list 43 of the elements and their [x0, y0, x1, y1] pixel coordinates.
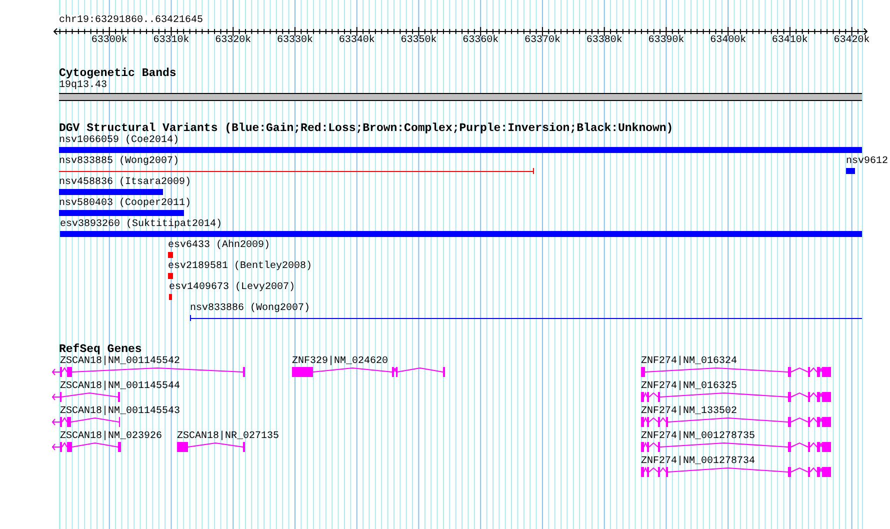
variant-label: nsv9612: [846, 156, 888, 168]
track-title: RefSeq Genes: [59, 343, 142, 356]
gene-label: ZSCAN18|NM_001145542: [60, 356, 180, 368]
region-title: chr19:63291860..63421645: [59, 15, 204, 27]
gene-label: ZNF274|NM_001278734: [641, 456, 756, 468]
ruler-label: 63330k: [276, 35, 313, 47]
gene-label: ZSCAN18|NM_023926: [60, 431, 162, 443]
gene-label: ZSCAN18|NM_001145544: [60, 381, 180, 393]
variant-label: nsv833885 (Wong2007): [59, 156, 180, 168]
gene-label: ZNF274|NM_001278735: [641, 431, 756, 443]
gene-label: ZNF274|NM_016325: [641, 381, 738, 393]
ruler-label: 63320k: [215, 35, 252, 47]
ruler-label: 63310k: [153, 35, 190, 47]
track-title: DGV Structural Variants (Blue:Gain;Red:Loss;Brown:Complex;Purple:Inversion;Black:Unknown): [59, 122, 674, 135]
ruler-label: 63410k: [772, 35, 808, 47]
variant-label: esv3893260 (Suktitipat2014): [60, 219, 222, 231]
variant-label: nsv458836 (Itsara2009): [59, 177, 192, 189]
band-label: 19q13.43: [59, 80, 108, 92]
gene-label: ZSCAN18|NR_027135: [177, 431, 280, 443]
gene-label: ZNF329|NM_024620: [292, 356, 388, 368]
gene-label: ZSCAN18|NM_001145543: [60, 406, 180, 418]
ruler-label: 63340k: [338, 35, 375, 47]
variant-label: nsv580403 (Cooper2011): [59, 198, 192, 210]
ruler-label: 63300k: [91, 35, 128, 47]
ruler-label: 63370k: [524, 35, 560, 47]
gene-label: ZNF274|NM_016324: [641, 356, 738, 368]
ruler-label: 63380k: [586, 35, 622, 47]
variant-label: esv2189581 (Bentley2008): [168, 261, 312, 273]
variant-label: nsv833886 (Wong2007): [190, 303, 310, 315]
ruler-label: 63350k: [400, 35, 437, 47]
track-title: Cytogenetic Bands: [59, 67, 176, 80]
ruler-label: 63390k: [648, 35, 684, 47]
gene-label: ZNF274|NM_133502: [641, 406, 738, 418]
ruler-label: 63360k: [462, 35, 499, 47]
variant-label: nsv1066059 (Coe2014): [59, 135, 180, 147]
gene-model-drawing: [177, 441, 245, 453]
ruler-label: 63400k: [710, 35, 746, 47]
gene-model-drawing: [52, 441, 121, 453]
ruler-label: 63420k: [834, 35, 870, 47]
gene-model-drawing: [52, 391, 120, 403]
variant-label: esv6433 (Ahn2009): [168, 240, 270, 252]
gene-model-drawing: [52, 416, 120, 428]
variant-label: esv1409673 (Levy2007): [169, 282, 296, 294]
